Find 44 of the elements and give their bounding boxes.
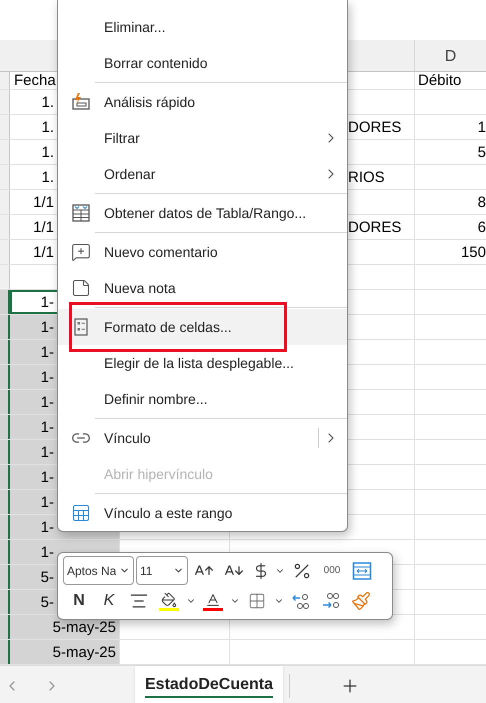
menu-item[interactable]: Eliminar... [58, 9, 347, 45]
sheet-link-icon [71, 503, 91, 523]
row-header[interactable] [0, 365, 10, 389]
font-color-icon [205, 592, 221, 608]
italic-button[interactable]: K [95, 587, 123, 615]
table-cell-text: 5 [476, 142, 486, 162]
note-icon [71, 278, 91, 298]
row-header[interactable] [0, 340, 10, 364]
table-cell-text: 1 [476, 118, 486, 138]
arrow-left-decimal-icon [291, 591, 311, 611]
table-cell: 5-may-25 [10, 640, 120, 664]
row-header[interactable] [0, 465, 10, 489]
borders-icon [248, 592, 266, 610]
table-cell-text: Débito [417, 72, 462, 89]
table-cell-text: 150 [460, 242, 486, 262]
lightning-window-icon [71, 92, 91, 112]
paint-bucket-icon [161, 592, 177, 608]
row-header[interactable] [0, 515, 10, 539]
comment-add-icon [71, 242, 91, 262]
row-header[interactable] [0, 315, 10, 339]
row-header[interactable] [0, 640, 10, 664]
font-dropdown[interactable]: Aptos Na [63, 556, 134, 585]
bold-button[interactable]: N [65, 587, 93, 615]
table-cell-text: 6 [476, 218, 486, 238]
row-header[interactable] [0, 415, 10, 439]
percent-icon [292, 560, 312, 580]
row-header[interactable] [0, 565, 10, 589]
row-header[interactable] [0, 490, 10, 514]
table-icon [71, 203, 91, 223]
row-header[interactable] [0, 290, 10, 314]
sheet-tab[interactable]: EstadoDeCuenta [135, 666, 284, 703]
row-header[interactable] [0, 390, 10, 414]
row-header[interactable] [0, 590, 10, 614]
thousands-button[interactable]: 000 [318, 556, 346, 584]
font-size-dropdown[interactable]: 11 [136, 556, 188, 585]
paintbrush-icon [351, 591, 371, 611]
row-header[interactable] [0, 440, 10, 464]
row-header[interactable] [0, 615, 10, 639]
row-header[interactable] [0, 540, 10, 564]
merge-cells-icon [352, 560, 372, 580]
table-cell-text: 8 [476, 192, 486, 212]
arrow-right-decimal-icon [321, 591, 341, 611]
menu-item[interactable]: Formato de celdas... [58, 309, 347, 345]
column-header[interactable]: D [415, 40, 486, 71]
